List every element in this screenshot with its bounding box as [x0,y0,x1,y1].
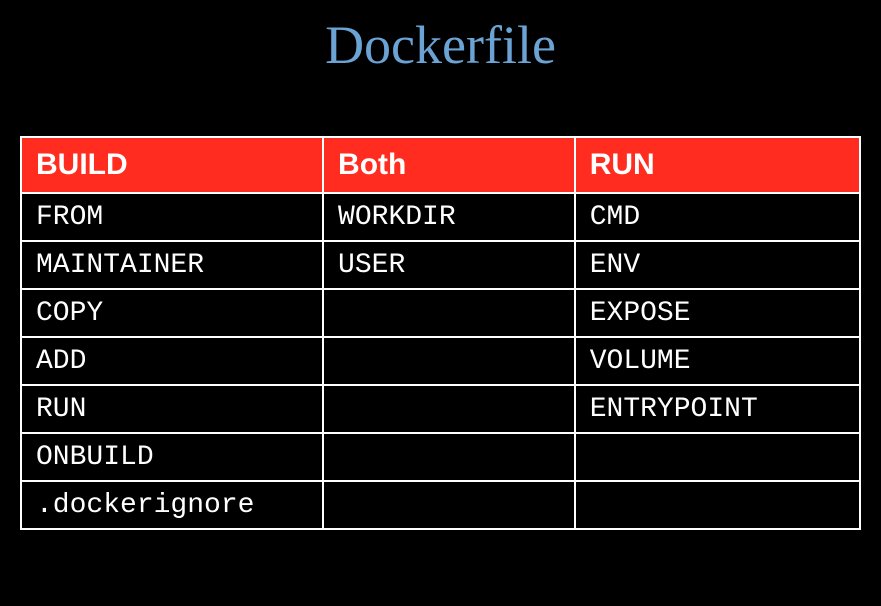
cell-run: ENTRYPOINT [575,385,860,433]
table-row: COPY EXPOSE [21,289,860,337]
cell-run [575,433,860,481]
cell-both: USER [323,241,575,289]
table-row: MAINTAINER USER ENV [21,241,860,289]
cell-run [575,481,860,529]
cell-run: CMD [575,193,860,241]
cell-both [323,433,575,481]
table-row: RUN ENTRYPOINT [21,385,860,433]
page-title: Dockerfile [325,14,556,76]
cell-run: ENV [575,241,860,289]
header-run: RUN [575,137,860,193]
dockerfile-table: BUILD Both RUN FROM WORKDIR CMD MAINTAIN… [20,136,861,530]
cell-both [323,385,575,433]
cell-both [323,337,575,385]
cell-build: .dockerignore [21,481,323,529]
table-row: ADD VOLUME [21,337,860,385]
cell-build: ONBUILD [21,433,323,481]
cell-build: COPY [21,289,323,337]
cell-both [323,289,575,337]
table-row: .dockerignore [21,481,860,529]
cell-run: EXPOSE [575,289,860,337]
cell-run: VOLUME [575,337,860,385]
header-both: Both [323,137,575,193]
table-row: ONBUILD [21,433,860,481]
cell-both [323,481,575,529]
header-build: BUILD [21,137,323,193]
table-header-row: BUILD Both RUN [21,137,860,193]
cell-build: MAINTAINER [21,241,323,289]
cell-both: WORKDIR [323,193,575,241]
cell-build: ADD [21,337,323,385]
cell-build: FROM [21,193,323,241]
cell-build: RUN [21,385,323,433]
table-row: FROM WORKDIR CMD [21,193,860,241]
